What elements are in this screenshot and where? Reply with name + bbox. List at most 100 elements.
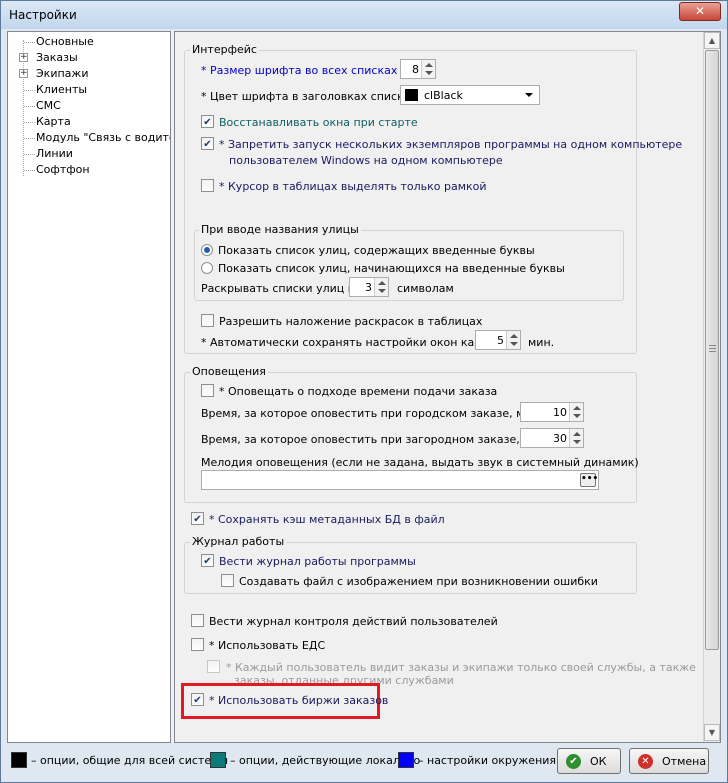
journal-legend: Журнал работы <box>190 535 287 548</box>
header-color-value: clBlack <box>424 89 463 102</box>
melody-input[interactable]: ••• <box>201 470 599 490</box>
ok-button[interactable]: ✔ ОК <box>557 748 621 774</box>
notify-checkbox[interactable] <box>201 384 214 397</box>
overlay-colors-checkbox[interactable] <box>201 314 214 327</box>
street-contains-label: Показать список улиц, содержащих введенн… <box>218 244 535 257</box>
user-actions-label: Вести журнал контроля действий пользоват… <box>209 615 498 628</box>
chevron-down-icon <box>525 93 533 97</box>
suburb-time-label: Время, за которое оповестить при загород… <box>201 433 550 446</box>
browse-button[interactable]: ••• <box>580 473 598 487</box>
user-actions-checkbox[interactable] <box>191 614 204 627</box>
tree-item-clients[interactable]: Клиенты <box>8 82 170 98</box>
street-expand-label: Раскрывать списки улиц по <box>201 282 362 295</box>
tree-item-label: Софтфон <box>36 163 90 176</box>
spinner-arrows-icon[interactable] <box>569 429 583 447</box>
window-title: Настройки <box>9 8 77 22</box>
scroll-up-icon[interactable]: ▲ <box>704 32 720 49</box>
autosave-spinner[interactable]: 5 <box>475 330 521 350</box>
overlay-colors-label: Разрешить наложение раскрасок в таблицах <box>219 315 483 328</box>
tree-item-sms[interactable]: СМС <box>8 98 170 114</box>
header-color-select[interactable]: clBlack <box>400 85 540 105</box>
suburb-time-value: 30 <box>553 432 567 445</box>
env-swatch <box>398 752 414 768</box>
journal-keep-checkbox[interactable] <box>201 554 214 567</box>
scroll-thumb[interactable] <box>705 50 719 650</box>
city-time-label: Время, за которое оповестить при городск… <box>201 407 543 420</box>
header-color-label: * Цвет шрифта в заголовках списков <box>201 90 417 103</box>
street-expand-value: 3 <box>365 281 372 294</box>
tree-item-main[interactable]: Основные <box>8 34 170 50</box>
tree-item-label: Линии <box>36 147 73 160</box>
street-expand-suffix: символам <box>397 282 454 295</box>
settings-panel: Интерфейс * Размер шрифта во всех списка… <box>174 31 721 743</box>
exchanges-checkbox[interactable] <box>191 693 204 706</box>
tree-item-label: Экипажи <box>36 67 89 80</box>
interface-legend: Интерфейс <box>190 43 259 56</box>
cancel-label: Отмена <box>662 755 707 768</box>
tree-item-label: Карта <box>36 115 71 128</box>
street-starts-label: Показать список улиц, начинающихся на вв… <box>218 262 565 275</box>
street-starts-radio[interactable] <box>201 262 213 274</box>
tree-item-driver-module[interactable]: Модуль "Связь с водителем" <box>8 130 170 146</box>
tree-item-lines[interactable]: Линии <box>8 146 170 162</box>
cancel-button[interactable]: ✕ Отмена <box>629 748 709 774</box>
spinner-arrows-icon[interactable] <box>374 278 388 296</box>
tree-item-label: СМС <box>36 99 61 112</box>
legend-bar: – опции, общие для всей системы – опции,… <box>1 743 727 783</box>
tree-item-softphone[interactable]: Софтфон <box>8 162 170 178</box>
local-legend: – опции, действующие локально <box>230 754 421 767</box>
restore-windows-label: Восстанавливать окна при старте <box>219 116 418 129</box>
error-screenshot-label: Создавать файл с изображением при возник… <box>239 575 598 588</box>
spinner-arrows-icon[interactable] <box>569 403 583 421</box>
tree-item-orders[interactable]: + Заказы <box>8 50 170 66</box>
street-legend: При вводе названия улицы <box>199 223 361 236</box>
autosave-value: 5 <box>497 334 504 347</box>
ok-label: ОК <box>590 755 607 768</box>
cursor-frame-checkbox[interactable] <box>201 179 214 192</box>
cursor-frame-label: * Курсор в таблицах выделять только рамк… <box>219 180 487 193</box>
notifications-legend: Оповещения <box>190 365 268 378</box>
cancel-icon: ✕ <box>638 754 653 769</box>
vertical-scrollbar[interactable]: ▲ ▼ <box>703 32 720 742</box>
tree-item-map[interactable]: Карта <box>8 114 170 130</box>
notify-label: * Оповещать о подходе времени подачи зак… <box>219 385 498 398</box>
scroll-down-icon[interactable]: ▼ <box>704 724 720 741</box>
error-screenshot-checkbox[interactable] <box>221 574 234 587</box>
tree-item-label: Заказы <box>36 51 78 64</box>
suburb-time-spinner[interactable]: 30 <box>520 428 584 448</box>
font-size-label: * Размер шрифта во всех списках <box>201 64 398 77</box>
own-service-checkbox[interactable] <box>207 660 220 673</box>
eds-checkbox[interactable] <box>191 638 204 651</box>
check-icon: ✔ <box>566 754 581 769</box>
close-button[interactable]: ✕ <box>679 2 721 21</box>
tree-item-crews[interactable]: + Экипажи <box>8 66 170 82</box>
street-contains-radio[interactable] <box>201 244 213 256</box>
local-swatch <box>210 752 226 768</box>
journal-keep-label: Вести журнал работы программы <box>219 555 416 568</box>
spinner-arrows-icon[interactable] <box>421 60 435 78</box>
global-legend: – опции, общие для всей системы <box>31 754 229 767</box>
eds-label: * Использовать ЕДС <box>209 639 326 652</box>
expand-icon[interactable]: + <box>19 53 28 62</box>
cache-label: * Сохранять кэш метаданных БД в файл <box>209 513 445 526</box>
title-bar[interactable]: Настройки ✕ <box>1 1 727 29</box>
own-service-label: * Каждый пользователь видит заказы и эки… <box>226 661 696 674</box>
settings-window: Настройки ✕ Основные + Заказы + Экипажи … <box>0 0 728 783</box>
city-time-spinner[interactable]: 10 <box>520 402 584 422</box>
autosave-suffix: мин. <box>528 336 555 349</box>
font-size-spinner[interactable]: 8 <box>400 59 436 79</box>
spinner-arrows-icon[interactable] <box>506 331 520 349</box>
single-instance-label-cont: пользователем Windows на одном компьютер… <box>229 154 503 167</box>
autosave-label: * Автоматически сохранять настройки окон… <box>201 336 508 349</box>
settings-tree: Основные + Заказы + Экипажи Клиенты СМС … <box>7 31 171 743</box>
restore-windows-checkbox[interactable] <box>201 115 214 128</box>
street-expand-spinner[interactable]: 3 <box>349 277 389 297</box>
font-size-value: 8 <box>412 63 419 76</box>
single-instance-checkbox[interactable] <box>201 137 214 150</box>
global-swatch <box>11 752 27 768</box>
single-instance-label: * Запретить запуск нескольких экземпляро… <box>219 138 683 151</box>
env-legend: – настройки окружения <box>418 754 557 767</box>
tree-item-label: Клиенты <box>36 83 88 96</box>
expand-icon[interactable]: + <box>19 69 28 78</box>
cache-checkbox[interactable] <box>191 512 204 525</box>
